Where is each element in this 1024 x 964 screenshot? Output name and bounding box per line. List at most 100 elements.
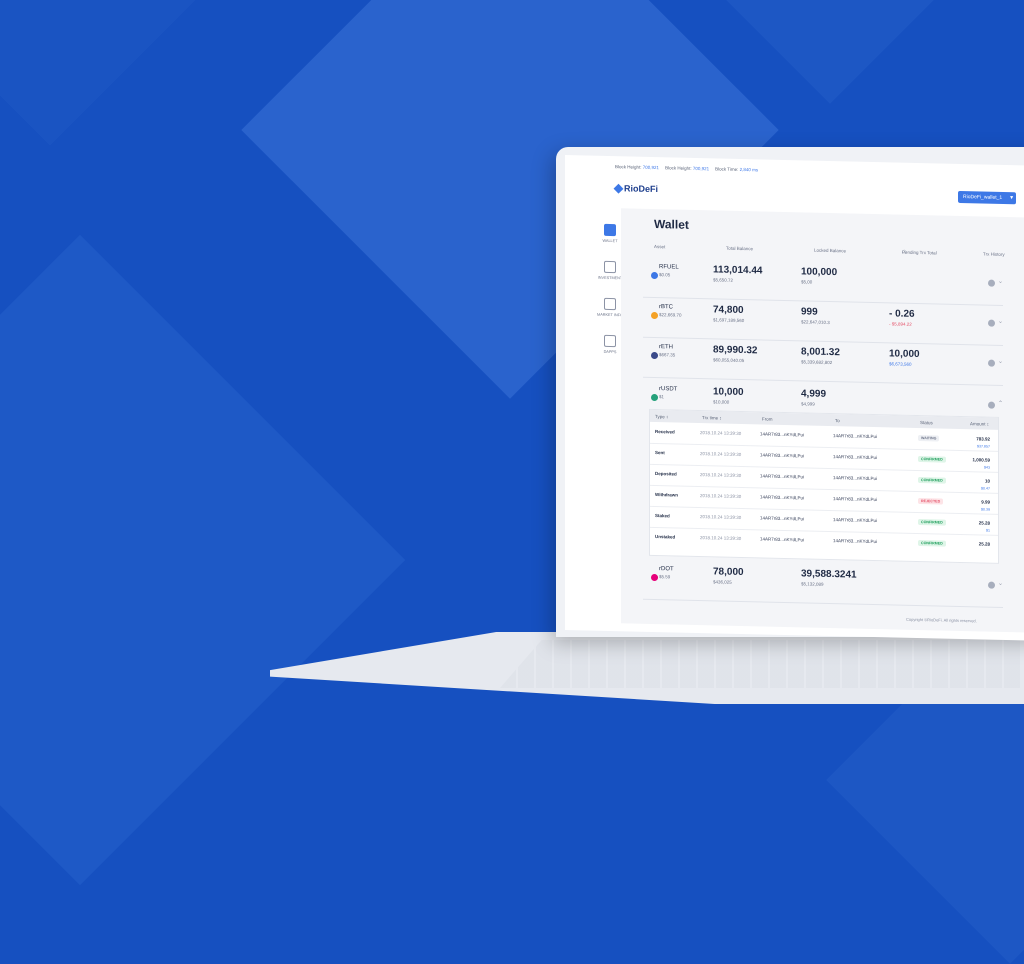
asset-price: $1: [659, 394, 665, 400]
footer-copyright: Copyright ©RioDeFi. All rights reserved.: [906, 616, 977, 624]
total-balance: 89,990.32: [713, 344, 758, 357]
chevron-down-icon[interactable]: ⌄: [998, 358, 1003, 365]
tx-from[interactable]: 14AR7r83...nKYdLPui: [760, 473, 804, 479]
tx-from[interactable]: 14AR7r83...nKYdLPui: [760, 515, 804, 521]
wallet-account-button[interactable]: RioDeFi_wallet_1 ▾: [958, 190, 1017, 205]
tx-to[interactable]: 14AR7r83...nKYdLPui: [833, 496, 877, 502]
total-balance: 113,014.44: [713, 264, 763, 277]
locked-balance: 4,999: [801, 388, 827, 400]
sidebar-item-label: INVESTMENT: [597, 275, 623, 281]
locked-balance: 999: [801, 306, 818, 318]
chevron-down-icon[interactable]: ⌄: [998, 318, 1003, 325]
bg-diamond: [0, 234, 406, 886]
locked-balance: 100,000: [801, 266, 838, 279]
tx-time: 2018.10.24 13:39:30: [700, 451, 742, 458]
pending-total: 10,000: [889, 348, 920, 361]
column-to: To: [835, 418, 840, 424]
asset-row[interactable]: rBTC $22,669.70 74,800 $1,697,189,560 99…: [643, 298, 1003, 346]
tx-from[interactable]: 14AR7r83...nKYdLPui: [760, 431, 804, 437]
bg-diamond: [0, 0, 206, 146]
pending-total-usd: $6,673,560: [889, 361, 912, 367]
eth-icon: [651, 351, 658, 360]
wallet-icon: [604, 223, 616, 237]
locked-balance-usd: $5,00: [801, 279, 813, 285]
column-trx-time[interactable]: Trx time ↕: [702, 415, 722, 420]
asset-row[interactable]: rDOT $5.59 78,000 $436,025 39,588.3241 $…: [643, 560, 1003, 608]
total-balance-usd: $5,650.72: [713, 277, 734, 283]
column-history: Trx History: [983, 251, 1005, 257]
tx-time: 2018.10.24 13:39:30: [700, 430, 742, 437]
tx-time: 2018.10.24 13:39:30: [700, 493, 742, 500]
sidebar-item-label: DAPPS: [603, 349, 617, 355]
column-from: From: [762, 416, 773, 422]
tx-from[interactable]: 14AR7r83...nKYdLPui: [760, 536, 804, 542]
locked-balance-usd: $4,999: [801, 401, 815, 407]
asset-row[interactable]: RFUEL $0.05 113,014.44 $5,650.72 100,000…: [643, 258, 1003, 306]
page-title: Wallet: [654, 217, 689, 232]
pending-total: - 0.26: [889, 308, 915, 320]
column-total-balance: Total Balance: [726, 245, 754, 252]
chevron-up-icon[interactable]: ⌃: [998, 400, 1003, 407]
total-balance-usd: $60,055,040.05: [713, 357, 745, 364]
locked-balance-usd: $5,339,682,802: [801, 359, 833, 366]
total-balance: 78,000: [713, 566, 744, 579]
sidebar-item-label: MARKET INFO: [597, 312, 623, 318]
tx-to[interactable]: 14AR7r83...nKYdLPui: [833, 433, 877, 439]
asset-name: rBTC: [659, 304, 673, 311]
history-icon[interactable]: [988, 279, 995, 287]
asset-price: $22,669.70: [659, 312, 682, 318]
tx-to[interactable]: 14AR7r83...nKYdLPui: [833, 454, 877, 460]
tx-to[interactable]: 14AR7r83...nKYdLPui: [833, 517, 877, 523]
status-badge: CONFIRMED: [918, 477, 946, 484]
tx-amount: 1,000.59: [972, 457, 990, 463]
block-height-label: Block Height:: [665, 164, 692, 171]
status-badge: CONFIRMED: [918, 456, 946, 463]
asset-price: $5.59: [659, 574, 671, 580]
column-amount[interactable]: Amount ↕: [970, 421, 989, 426]
laptop-keyboard: [500, 640, 1020, 688]
history-icon[interactable]: [988, 359, 995, 367]
logo[interactable]: RioDeFi: [613, 183, 658, 194]
column-locked-balance: Locked Balance: [814, 247, 847, 254]
main-content: Wallet Asset Total Balance Locked Balanc…: [621, 208, 1024, 633]
asset-name: RFUEL: [659, 264, 679, 271]
asset-table-header: Asset Total Balance Locked Balance Pendi…: [654, 244, 1024, 257]
chevron-down-icon[interactable]: ⌄: [998, 580, 1003, 587]
tx-type: Withdrawn: [655, 492, 678, 498]
logo-mark-icon: [613, 183, 624, 194]
tx-amount-usd: $0.47: [981, 486, 990, 491]
investment-icon: [604, 260, 616, 274]
status-badge: CONFIRMED: [918, 540, 946, 547]
tx-amount-usd: $37.857: [977, 444, 990, 449]
tx-to[interactable]: 14AR7r83...nKYdLPui: [833, 475, 877, 481]
tx-to[interactable]: 14AR7r83...nKYdLPui: [833, 538, 877, 544]
tx-type: Received: [655, 429, 675, 435]
chevron-down-icon[interactable]: ⌄: [998, 278, 1003, 285]
history-icon[interactable]: [988, 319, 995, 327]
total-balance: 74,800: [713, 304, 744, 317]
tx-from[interactable]: 14AR7r83...nKYdLPui: [760, 452, 804, 458]
locked-balance-usd: $22,647,010.3: [801, 319, 830, 326]
asset-price: $667.35: [659, 352, 676, 358]
column-type[interactable]: Type ↕: [655, 414, 668, 419]
asset-name: rETH: [659, 344, 673, 351]
history-icon[interactable]: [988, 581, 995, 589]
wallet-account-label: RioDeFi_wallet_1: [963, 194, 1003, 201]
tx-time: 2018.10.24 13:39:30: [700, 514, 742, 521]
asset-name: rUSDT: [659, 386, 678, 393]
column-pending: Pending Trx Total ⓘ: [902, 249, 937, 256]
pending-total-usd: - $5,894.22: [889, 321, 912, 327]
locked-balance-usd: $5,132,089: [801, 581, 824, 587]
total-balance-usd: $436,025: [713, 579, 732, 585]
history-icon[interactable]: [988, 401, 995, 409]
status-badge: CONFIRMED: [918, 519, 946, 526]
tx-from[interactable]: 14AR7r83...nKYdLPui: [760, 494, 804, 500]
tx-amount: 25.28: [978, 541, 990, 547]
rfuel-icon: [651, 271, 658, 280]
block-height-value: 700,921: [642, 164, 660, 170]
tx-amount-usd: $1: [986, 528, 990, 533]
asset-row[interactable]: rETH $667.35 89,990.32 $60,055,040.05 8,…: [643, 338, 1003, 386]
tx-amount: 783.92: [976, 436, 990, 442]
chevron-down-icon: ▾: [1010, 195, 1014, 202]
total-balance-usd: $10,000: [713, 399, 730, 405]
